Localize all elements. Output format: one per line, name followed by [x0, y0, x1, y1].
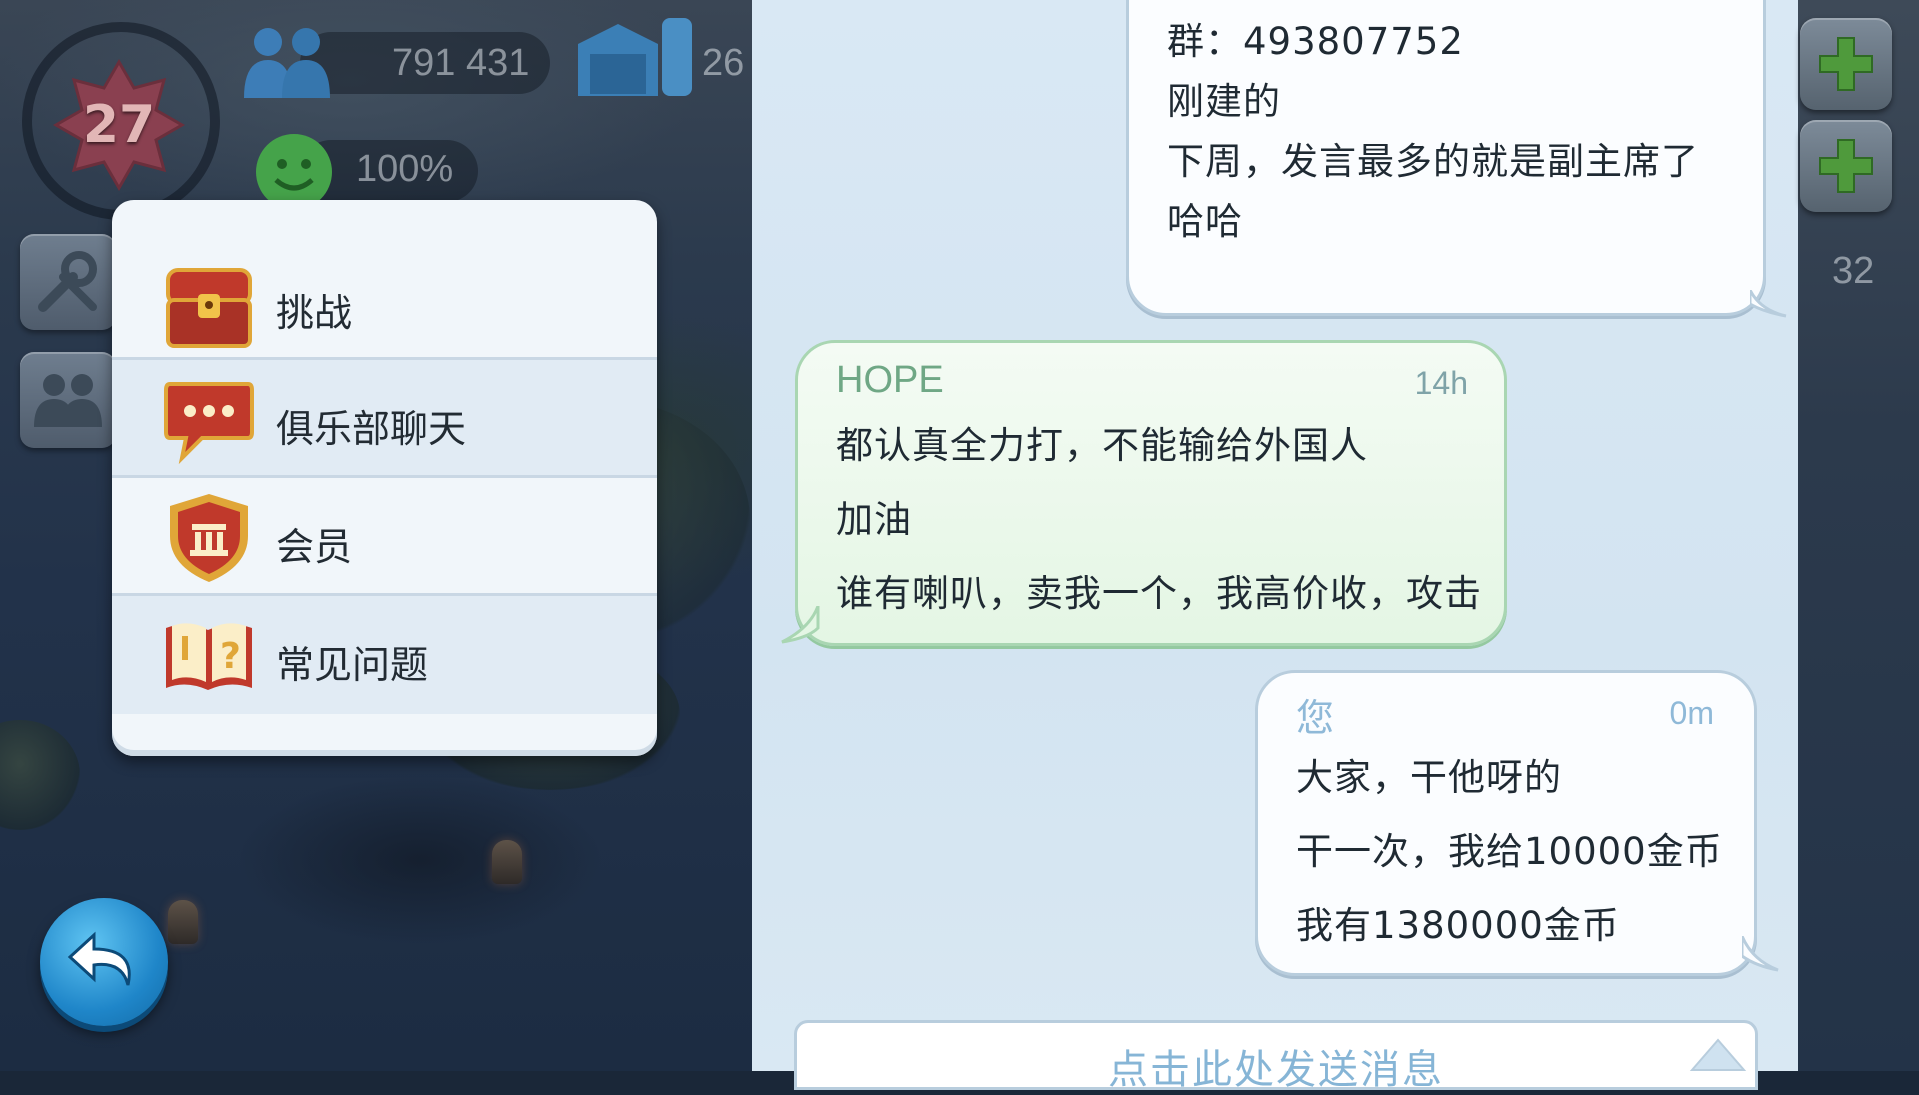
- add-button[interactable]: [1800, 18, 1892, 110]
- svg-text:?: ?: [220, 636, 241, 677]
- message-line: 刚建的: [1167, 80, 1281, 123]
- chat-bubble-icon: [164, 382, 254, 465]
- shield-icon: [170, 494, 248, 582]
- message-sender: HOPE: [836, 359, 944, 401]
- chat-message-bubble: 群：493807752 刚建的 下周，发言最多的就是副主席了 哈哈: [1126, 0, 1766, 316]
- message-input-placeholder: 点击此处发送消息: [1108, 1047, 1444, 1093]
- plus-icon: [1819, 37, 1873, 91]
- back-arrow-icon: [67, 931, 131, 986]
- happiness-value: 100%: [356, 148, 454, 190]
- menu-item-label: 挑战: [276, 291, 353, 335]
- chevron-up-icon[interactable]: [1688, 1032, 1748, 1072]
- treasure-chest-icon: [166, 268, 252, 348]
- chat-panel: 群：493807752 刚建的 下周，发言最多的就是副主席了 哈哈 HOPE 1…: [752, 0, 1798, 1093]
- message-input[interactable]: 点击此处发送消息: [794, 1020, 1758, 1093]
- message-line: 都认真全力打，不能输给外国人: [836, 424, 1368, 467]
- menu-item-member[interactable]: 会员: [112, 478, 657, 596]
- menu-item-faq[interactable]: ? 常见问题: [112, 596, 657, 714]
- level-value: 27: [82, 95, 156, 155]
- back-button[interactable]: [40, 898, 168, 1026]
- bubble-tail: [1750, 290, 1787, 318]
- message-time: 14h: [1414, 365, 1468, 401]
- menu-item-label: 俱乐部聊天: [276, 407, 467, 451]
- message-line: 干一次，我给10000金币: [1296, 830, 1723, 873]
- bubble-tail: [1742, 936, 1779, 972]
- message-line: 大家，干他呀的: [1296, 756, 1562, 799]
- chat-message-bubble: HOPE 14h 都认真全力打，不能输给外国人 加油 谁有喇叭，卖我一个，我高价…: [795, 340, 1507, 646]
- message-line: 我有1380000金币: [1296, 904, 1620, 947]
- plus-icon: [1819, 139, 1873, 193]
- menu-item-challenge[interactable]: 挑战: [112, 200, 657, 360]
- menu-item-club-chat[interactable]: 俱乐部聊天: [112, 360, 657, 478]
- people-icon: [34, 374, 102, 427]
- population-value: 791 431: [392, 42, 530, 84]
- message-sender: 您: [1296, 698, 1335, 740]
- message-line: 加油: [836, 498, 912, 541]
- wrench-screwdriver-icon: [38, 251, 97, 312]
- message-line: 哈哈: [1167, 200, 1243, 243]
- message-line: 谁有喇叭，卖我一个，我高价收，攻击: [836, 572, 1482, 615]
- club-button[interactable]: [20, 352, 116, 448]
- storage-value: 26: [702, 42, 745, 84]
- message-line: 群：493807752: [1167, 20, 1464, 63]
- population-icon: [244, 28, 330, 98]
- chat-message-bubble: 您 0m 大家，干他呀的 干一次，我给10000金币 我有1380000金币: [1255, 670, 1757, 976]
- island: [0, 720, 80, 830]
- menu-item-label: 会员: [276, 525, 353, 569]
- side-count-value: 32: [1832, 250, 1875, 292]
- message-line: 下周，发言最多的就是副主席了: [1167, 140, 1699, 183]
- club-menu: 挑战 俱乐部聊天 会员 ? 常见问题: [112, 200, 657, 756]
- message-time: 0m: [1669, 695, 1714, 731]
- pylon-structure: [168, 900, 198, 944]
- storage-icon: [578, 18, 692, 96]
- pylon-structure: [492, 840, 522, 884]
- menu-item-label: 常见问题: [276, 643, 429, 687]
- add-button[interactable]: [1800, 120, 1892, 212]
- bubble-tail: [781, 606, 820, 644]
- question-book-icon: ?: [166, 623, 252, 690]
- tools-button[interactable]: [20, 234, 116, 330]
- level-badge[interactable]: 27: [52, 58, 186, 192]
